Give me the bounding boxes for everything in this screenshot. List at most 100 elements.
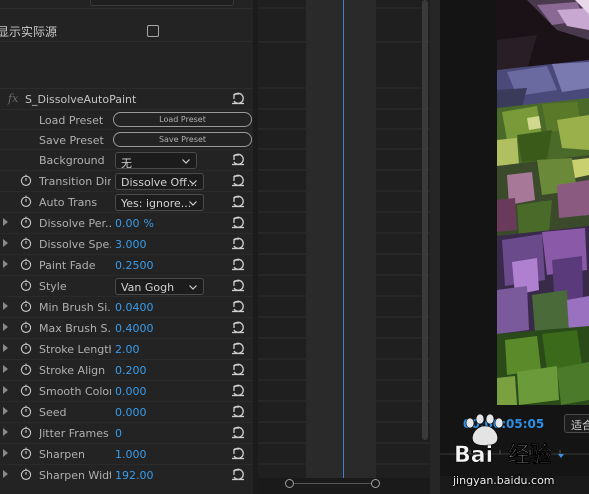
- style-dropdown[interactable]: Van Gogh: [115, 278, 204, 295]
- stroke-align-label: Stroke Align: [39, 364, 106, 377]
- smooth-colors-label: Smooth Colors: [39, 385, 111, 398]
- watermark-url: jingyan.baidu.com: [453, 474, 555, 487]
- clip-range-band[interactable]: [306, 0, 376, 478]
- stopwatch-icon[interactable]: [20, 279, 32, 291]
- auto-trans-label: Auto Trans: [39, 196, 98, 209]
- zoom-handle-right[interactable]: [371, 479, 380, 488]
- video-preview: [497, 0, 589, 405]
- stopwatch-icon[interactable]: [20, 405, 32, 417]
- reset-icon[interactable]: [231, 446, 245, 460]
- reset-icon[interactable]: [231, 236, 245, 250]
- dissolve-percent-value-group[interactable]: 0.00%: [115, 217, 154, 230]
- stopwatch-icon[interactable]: [20, 216, 32, 228]
- divider: [0, 8, 253, 9]
- stroke-length-value[interactable]: 2.00: [115, 343, 140, 356]
- sharpen-width-value[interactable]: 192.00: [115, 469, 154, 482]
- expand-triangle-icon[interactable]: [3, 239, 8, 247]
- save-preset-row: Save Preset Save Preset: [0, 129, 253, 150]
- style-label: Style: [39, 280, 67, 293]
- zoom-level-dropdown[interactable]: 适合: [564, 414, 589, 433]
- show-actual-source-checkbox[interactable]: [147, 25, 159, 37]
- keyframe-timeline[interactable]: [258, 0, 430, 494]
- effect-header-row[interactable]: fx S_DissolveAutoPaint: [0, 88, 253, 108]
- reset-icon[interactable]: [231, 173, 245, 187]
- expand-triangle-icon[interactable]: [3, 407, 8, 415]
- stroke-length-row: Stroke Length 2.00: [0, 338, 253, 359]
- stopwatch-icon[interactable]: [20, 195, 32, 207]
- reset-icon[interactable]: [231, 152, 245, 166]
- auto-trans-value: Yes: ignore...: [121, 197, 192, 210]
- stopwatch-icon[interactable]: [20, 237, 32, 249]
- load-preset-label: Load Preset: [39, 114, 104, 127]
- dissolve-speed-value[interactable]: 3.000: [115, 238, 147, 251]
- reset-icon[interactable]: [231, 362, 245, 376]
- paint-fade-value[interactable]: 0.2500: [115, 259, 154, 272]
- auto-trans-dropdown[interactable]: Yes: ignore...: [115, 194, 204, 211]
- expand-triangle-icon[interactable]: [3, 428, 8, 436]
- auto-trans-row: Auto Trans Yes: ignore...: [0, 191, 253, 212]
- dissolve-percent-row: Dissolve Per... 0.00%: [0, 212, 253, 233]
- expand-triangle-icon[interactable]: [3, 365, 8, 373]
- sharpen-width-label: Sharpen Width: [39, 469, 111, 482]
- expand-triangle-icon[interactable]: [3, 470, 8, 478]
- monitor-time-ruler[interactable]: [440, 440, 589, 470]
- expand-triangle-icon[interactable]: [3, 449, 8, 457]
- background-dropdown[interactable]: 无: [115, 152, 197, 170]
- expand-triangle-icon[interactable]: [3, 344, 8, 352]
- seed-row: Seed 0.000: [0, 401, 253, 422]
- expand-triangle-icon[interactable]: [3, 323, 8, 331]
- sharpen-value[interactable]: 1.000: [115, 448, 147, 461]
- background-row: Background 无: [0, 149, 253, 170]
- reset-icon[interactable]: [231, 299, 245, 313]
- reset-icon[interactable]: [231, 404, 245, 418]
- stopwatch-icon[interactable]: [20, 300, 32, 312]
- vertical-scrollbar-thumb[interactable]: [422, 0, 428, 440]
- stopwatch-icon[interactable]: [20, 384, 32, 396]
- stopwatch-icon[interactable]: [20, 174, 32, 186]
- expand-triangle-icon[interactable]: [3, 386, 8, 394]
- stopwatch-icon[interactable]: [20, 426, 32, 438]
- stopwatch-icon[interactable]: [20, 258, 32, 270]
- expand-triangle-icon[interactable]: [3, 302, 8, 310]
- jitter-frames-label: Jitter Frames: [39, 427, 109, 440]
- stopwatch-icon[interactable]: [20, 468, 32, 480]
- stopwatch-icon[interactable]: [20, 447, 32, 459]
- seed-value[interactable]: 0.000: [115, 406, 147, 419]
- jitter-frames-value[interactable]: 0: [115, 427, 122, 440]
- reset-icon[interactable]: [231, 278, 245, 292]
- dissolve-percent-value[interactable]: 0.00: [115, 217, 140, 230]
- stroke-align-value[interactable]: 0.200: [115, 364, 147, 377]
- min-brush-size-label: Min Brush Si...: [39, 301, 111, 314]
- show-actual-source-label: 显示实际源: [0, 25, 58, 39]
- transition-dir-dropdown[interactable]: Dissolve Off...: [115, 173, 204, 190]
- reset-icon[interactable]: [231, 383, 245, 397]
- reset-icon[interactable]: [231, 341, 245, 355]
- transition-dir-label: Transition Dir: [39, 175, 111, 188]
- zoom-handle-left[interactable]: [285, 479, 294, 488]
- vertical-scrollbar[interactable]: [420, 0, 430, 440]
- smooth-colors-value[interactable]: 0.000: [115, 385, 147, 398]
- expand-triangle-icon[interactable]: [3, 218, 8, 226]
- reset-icon[interactable]: [231, 257, 245, 271]
- max-brush-size-value[interactable]: 0.4000: [115, 322, 154, 335]
- reset-icon[interactable]: [231, 91, 245, 105]
- reset-icon[interactable]: [231, 425, 245, 439]
- fx-badge-icon[interactable]: fx: [8, 92, 18, 105]
- min-brush-size-value[interactable]: 0.0400: [115, 301, 154, 314]
- stopwatch-icon[interactable]: [20, 321, 32, 333]
- chevron-down-icon: [189, 180, 197, 185]
- timeline-zoom-bar[interactable]: [258, 478, 430, 494]
- reset-icon[interactable]: [231, 320, 245, 334]
- expand-triangle-icon[interactable]: [3, 260, 8, 268]
- reset-icon[interactable]: [231, 194, 245, 208]
- stopwatch-icon[interactable]: [20, 342, 32, 354]
- load-preset-button[interactable]: Load Preset: [113, 112, 252, 127]
- save-preset-button[interactable]: Save Preset: [113, 132, 252, 147]
- playhead-line[interactable]: [343, 0, 344, 478]
- reset-icon[interactable]: [231, 215, 245, 229]
- reset-icon[interactable]: [231, 467, 245, 481]
- playhead-timecode[interactable]: 00:00:05:05: [463, 417, 544, 431]
- stopwatch-icon[interactable]: [20, 363, 32, 375]
- panel-divider[interactable]: [430, 0, 440, 494]
- top-dropdown-edge[interactable]: [90, 0, 234, 6]
